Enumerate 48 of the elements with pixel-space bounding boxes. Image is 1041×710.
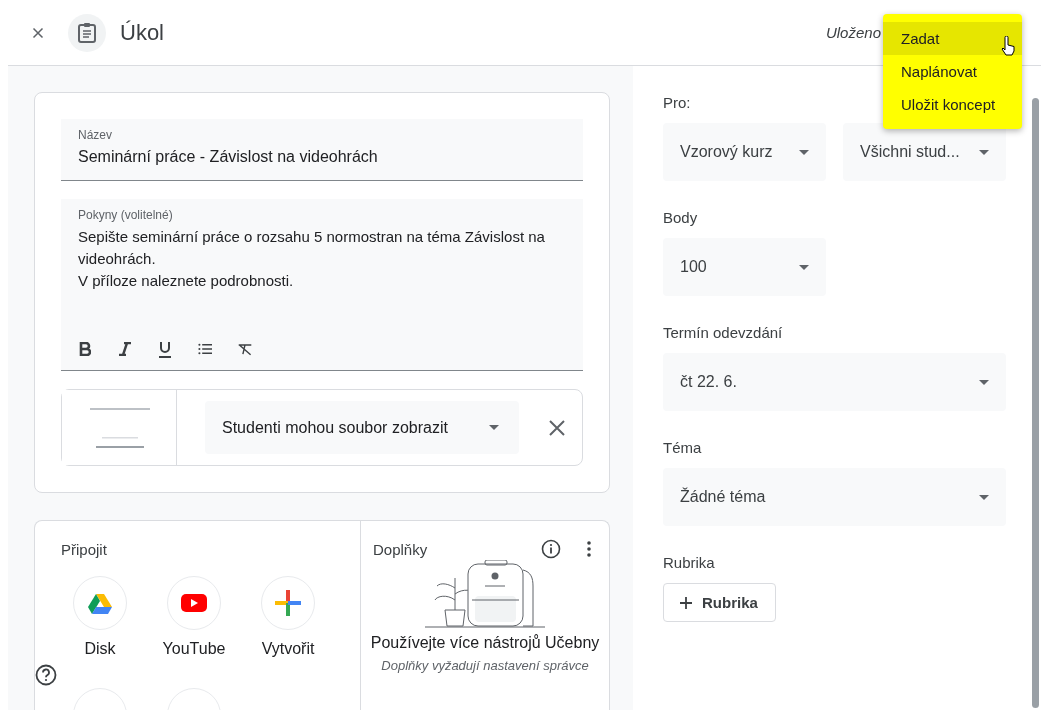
help-button[interactable]	[35, 664, 57, 686]
field-value: Seminární práce - Závislost na videohrách	[78, 147, 379, 167]
menu-item[interactable]: Naplánovat	[883, 55, 1022, 88]
plus-icon	[680, 596, 692, 609]
save-status: Uloženo	[825, 24, 881, 41]
dropdown[interactable]: Vzorový kurz	[663, 123, 826, 181]
field-label: Pro:	[663, 94, 691, 111]
addons-note: Doplňky vyžadují nastavení správce	[381, 658, 589, 673]
section-title: Doplňky	[373, 540, 429, 558]
field-label: Téma	[663, 439, 702, 456]
drive-icon	[88, 592, 112, 614]
underline-icon	[158, 340, 172, 358]
dropdown-caret-icon	[489, 425, 499, 430]
plus-icon	[275, 590, 301, 616]
field-label: Pokyny (volitelné)	[78, 208, 174, 222]
menu-item[interactable]: Zadat	[883, 22, 1022, 55]
dropdown[interactable]: Žádné téma	[663, 468, 1006, 526]
menu-item[interactable]: Uložit koncept	[883, 88, 1022, 121]
addons-headline: Používejte více nástrojů Učebny	[370, 634, 600, 652]
info-icon	[541, 539, 561, 559]
field-label: Název	[78, 128, 113, 142]
field-label: Body	[663, 209, 698, 226]
add-rubric-button[interactable]: Rubrika	[663, 583, 776, 622]
italic-icon	[118, 342, 132, 356]
bold-icon	[79, 342, 91, 356]
permission-dropdown[interactable]: Studenti mohou soubor zobrazit	[205, 401, 519, 454]
dropdown[interactable]: čt 22. 6.	[663, 353, 1006, 411]
page-title: Úkol	[120, 19, 164, 46]
field-label: Rubrika	[663, 554, 715, 571]
clipboard-icon	[78, 22, 96, 43]
dropdown[interactable]: Všichni stud...	[843, 123, 1006, 181]
dropdown-caret-icon	[979, 149, 989, 155]
dropdown-caret-icon	[979, 379, 989, 385]
section-title: Připojit	[61, 541, 108, 558]
bulleted-list-icon	[198, 341, 212, 357]
dropdown-caret-icon	[799, 264, 809, 270]
close-icon	[549, 419, 565, 436]
hand-cursor-icon	[1000, 36, 1016, 56]
dropdown[interactable]: 100	[663, 238, 826, 296]
scrollbar-thumb[interactable]	[1032, 98, 1039, 708]
dropdown-caret-icon	[979, 494, 989, 500]
dropdown-caret-icon	[799, 149, 809, 155]
title-field[interactable]: Název Seminární práce - Závislost na videohrách	[61, 119, 583, 181]
play-icon	[181, 594, 207, 612]
field-value: Sepište seminární práce o rozsahu 5 normostran na téma Závislost na videohrách. V příloze naleznete podrobnosti.	[78, 227, 546, 291]
field-label: Termín odevzdání	[663, 324, 783, 341]
instructions-field[interactable]: Pokyny (volitelné) Sepište seminární práce o rozsahu 5 normostran na téma Závislost na videohrách. V příloze naleznete podrobnosti.	[61, 199, 583, 371]
more-icon	[587, 541, 591, 557]
